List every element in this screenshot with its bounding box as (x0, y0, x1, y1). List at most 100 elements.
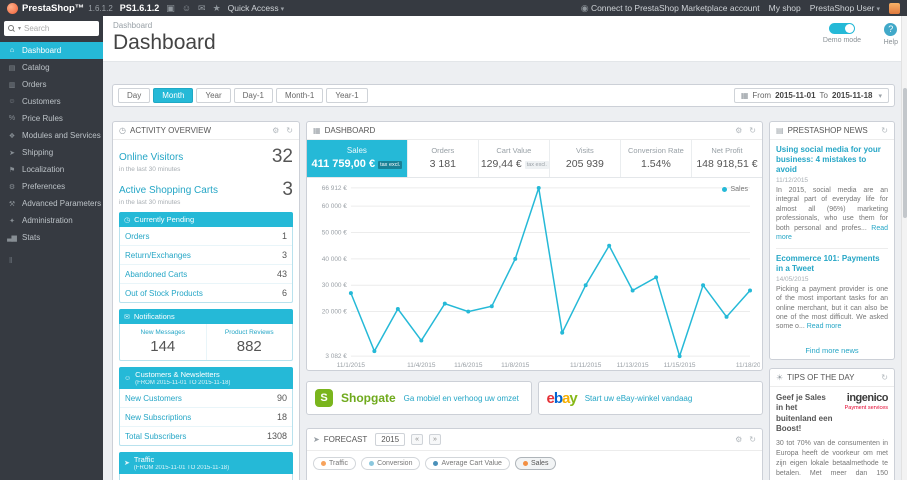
notification-product-reviews[interactable]: Product Reviews 882 (207, 324, 293, 360)
filter-year-button[interactable]: Year (196, 88, 231, 103)
forecast-panel-title: FORECAST (323, 435, 368, 444)
forecast-legend-sales[interactable]: Sales (514, 457, 557, 470)
sidebar-item-price-rules[interactable]: % Price Rules (0, 110, 103, 127)
pending-list: Orders 1 Return/Exchanges 3 Abandoned Carts 4… (119, 227, 293, 303)
pending-row-label[interactable]: Return/Exchanges (125, 251, 191, 260)
refresh-icon[interactable]: ↻ (286, 126, 293, 135)
kpi-tab-sales[interactable]: Sales 411 759,00 € tax excl. (307, 140, 408, 177)
sidebar-item-administration[interactable]: ✦ Administration (0, 212, 103, 229)
sidebar-item-customers[interactable]: ☺ Customers (0, 93, 103, 110)
online-visitors-link[interactable]: Online Visitors (119, 152, 183, 163)
next-year-button[interactable]: » (428, 434, 441, 445)
scrollbar[interactable] (901, 16, 907, 480)
active-carts-link[interactable]: Active Shopping Carts (119, 185, 218, 196)
kpi-tab-conversion-rate[interactable]: Conversion Rate 1.54% (621, 140, 692, 177)
scrollbar-thumb[interactable] (903, 88, 907, 218)
quick-access-label: Quick Access (227, 3, 279, 13)
forecast-legend-traffic[interactable]: Traffic (313, 457, 357, 470)
kpi-tabs: Sales 411 759,00 € tax excl. Orders 3 181 Car… (307, 140, 762, 178)
traffic-section-range: (FROM 2015-11-01 TO 2015-11-18) (133, 465, 230, 471)
filter-month-1-button[interactable]: Month-1 (275, 88, 324, 103)
find-more-news-link[interactable]: Find more news (770, 344, 894, 359)
cart-icon[interactable]: ▣ (166, 3, 175, 14)
sidebar-item-advanced-parameters[interactable]: ⚒ Advanced Parameters (0, 195, 103, 212)
shopgate-ad[interactable]: S Shopgate Ga mobiel en verhoog uw omzet (306, 381, 532, 415)
avatar[interactable] (889, 2, 900, 14)
notification-new-messages[interactable]: New Messages 144 (120, 324, 207, 360)
refresh-icon[interactable]: ↻ (881, 373, 888, 382)
search-scope-caret-icon[interactable]: ▾ (18, 25, 21, 32)
news-item-title[interactable]: Ecommerce 101: Payments in a Tweet (776, 254, 888, 274)
filter-year-1-button[interactable]: Year-1 (326, 88, 368, 103)
previous-year-button[interactable]: « (411, 434, 423, 445)
refresh-icon[interactable]: ↻ (881, 126, 888, 135)
ebay-ad[interactable]: ebay Start uw eBay-winkel vandaag (537, 381, 763, 415)
search-input[interactable] (24, 24, 95, 33)
quick-access-menu[interactable]: Quick Access ▾ (228, 3, 285, 13)
svg-text:40 000 €: 40 000 € (322, 256, 348, 263)
gear-icon[interactable]: ⚙ (735, 435, 742, 444)
kpi-tab-cart-value[interactable]: Cart Value 129,44 € tax excl. (479, 140, 550, 177)
news-panel-title: PRESTASHOP NEWS (787, 126, 868, 135)
customers-row-value: 1308 (266, 431, 287, 441)
marketplace-icon: ◉ (580, 2, 589, 13)
filter-month-button[interactable]: Month (153, 88, 194, 103)
sidebar-item-label: Stats (22, 233, 41, 242)
sidebar-item-orders[interactable]: ▥ Orders (0, 76, 103, 93)
home-icon: ⌂ (9, 47, 14, 54)
customers-row-label[interactable]: New Subscriptions (125, 413, 191, 422)
collapse-sidebar-button[interactable]: ‖ (9, 256, 103, 265)
my-shop-link[interactable]: My shop (769, 3, 801, 13)
demo-mode-control[interactable]: Demo mode (823, 23, 861, 44)
sidebar-item-stats[interactable]: ▃▆ Stats (0, 229, 103, 246)
read-more-link[interactable]: Read more (776, 225, 888, 241)
customers-row-label[interactable]: New Customers (125, 394, 182, 403)
sidebar-item-modules-and-services[interactable]: ❖ Modules and Services (0, 127, 103, 144)
demo-mode-toggle[interactable] (828, 23, 855, 34)
sidebar-search[interactable]: ▾ (4, 21, 99, 36)
user-menu[interactable]: PrestaShop User ▾ (810, 3, 880, 13)
forecast-year-select[interactable]: 2015 (375, 433, 406, 446)
google-analytics-link[interactable]: Link to your Google Analytics account (120, 474, 292, 480)
customer-icon[interactable]: ☺ (182, 3, 191, 13)
pending-row-label[interactable]: Out of Stock Products (125, 289, 203, 298)
marketplace-link[interactable]: ◉ Connect to PrestaShop Marketplace acco… (581, 3, 760, 14)
prestashop-logo[interactable]: PrestaShop™ 1.6.1.2 (7, 2, 113, 14)
refresh-icon[interactable]: ↻ (749, 126, 756, 135)
shopgate-ad-link[interactable]: Ga mobiel en verhoog uw omzet (404, 394, 519, 403)
forecast-panel-icon: ➤ (313, 435, 320, 444)
chevron-down-icon: ▾ (878, 92, 882, 100)
sidebar-item-dashboard[interactable]: ⌂ Dashboard (0, 42, 103, 59)
mail-icon[interactable]: ✉ (198, 3, 206, 14)
shop-name-link[interactable]: PS1.6.1.2 (120, 3, 160, 13)
star-icon[interactable]: ★ (213, 3, 221, 14)
date-range-picker[interactable]: ▦ From 2015-11-01 To 2015-11-18 ▾ (733, 88, 889, 103)
sidebar-item-shipping[interactable]: ➤ Shipping (0, 144, 103, 161)
forecast-legend-average-cart-value[interactable]: Average Cart Value (425, 457, 510, 470)
kpi-tab-orders[interactable]: Orders 3 181 (408, 140, 479, 177)
refresh-icon[interactable]: ↻ (749, 435, 756, 444)
kpi-value: 411 759,00 € tax excl. (311, 158, 403, 170)
filter-day-button[interactable]: Day (118, 88, 151, 103)
sidebar-item-localization[interactable]: ⚑ Localization (0, 161, 103, 178)
pending-row-label[interactable]: Orders (125, 232, 149, 241)
customers-row-label[interactable]: Total Subscribers (125, 432, 186, 441)
ebay-ad-link[interactable]: Start uw eBay-winkel vandaag (585, 394, 693, 403)
chart-legend-sales[interactable]: Sales (722, 186, 748, 193)
filter-day-1-button[interactable]: Day-1 (233, 88, 273, 103)
help-label: Help (883, 39, 898, 46)
read-more-link[interactable]: Read more (807, 323, 842, 330)
pending-row-label[interactable]: Abandoned Carts (125, 270, 187, 279)
kpi-tab-net-profit[interactable]: Net Profit 148 918,51 € (692, 140, 762, 177)
kpi-label: Conversion Rate (627, 146, 684, 155)
sidebar-item-preferences[interactable]: ⚙ Preferences (0, 178, 103, 195)
news-item-title[interactable]: Using social media for your business: 4 … (776, 145, 888, 175)
help-button[interactable]: ? Help (884, 23, 898, 46)
forecast-legend-conversion[interactable]: Conversion (361, 457, 421, 470)
gear-icon[interactable]: ⚙ (735, 126, 742, 135)
sidebar-item-catalog[interactable]: ▤ Catalog (0, 59, 103, 76)
gear-icon[interactable]: ⚙ (272, 126, 279, 135)
kpi-tab-visits[interactable]: Visits 205 939 (550, 140, 621, 177)
ingenico-logo[interactable]: ingenico Payment services (838, 391, 889, 411)
ingenico-brand: ingenico (846, 391, 889, 404)
